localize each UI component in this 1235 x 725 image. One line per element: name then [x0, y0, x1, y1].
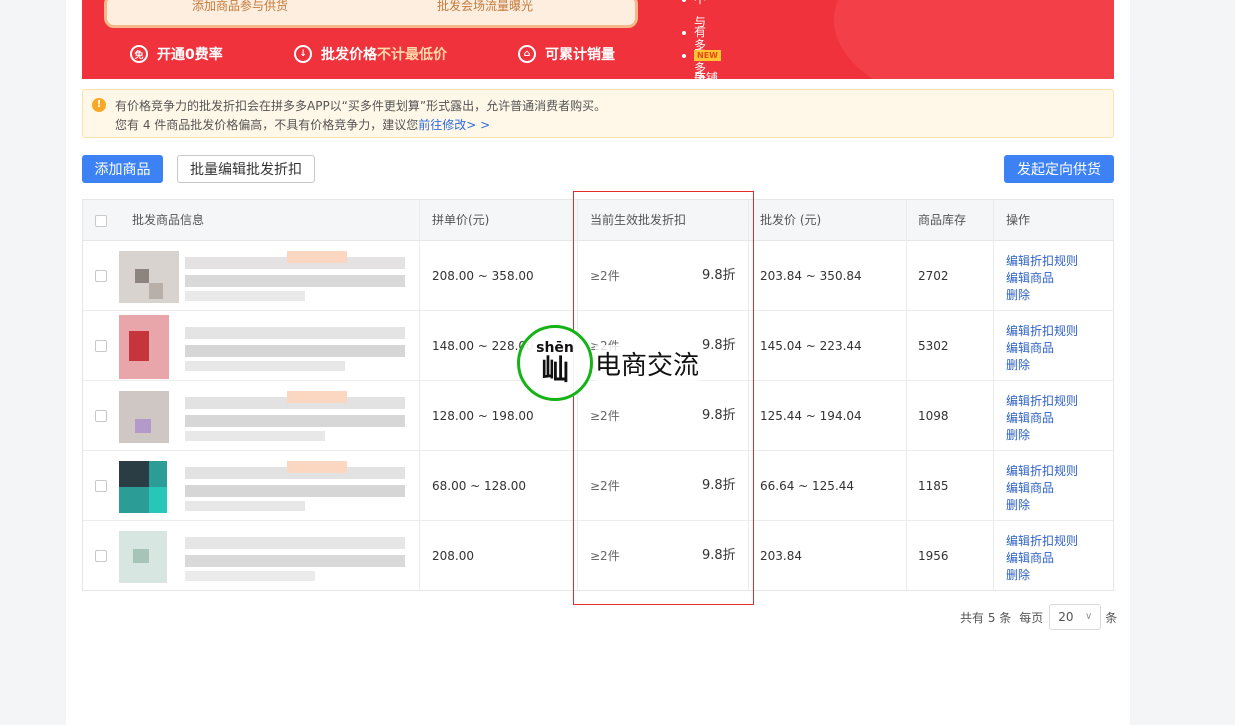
- row-checkbox[interactable]: [95, 410, 107, 422]
- directed-supply-button[interactable]: 发起定向供货: [1004, 155, 1114, 183]
- new-badge: NEW: [694, 50, 721, 61]
- promo-card: 添加商品参与供货 批发会场流量曝光: [104, 0, 638, 28]
- product-image-blurred: [119, 251, 409, 303]
- batch-edit-discount-button[interactable]: 批量编辑批发折扣: [177, 155, 315, 183]
- delete-link[interactable]: 删除: [1006, 357, 1078, 374]
- row-actions: 编辑折扣规则 编辑商品 删除: [1006, 253, 1078, 304]
- feature-wholesale-price: ↓ 批发价格 不计最低价: [294, 44, 447, 64]
- group-price: 208.00: [432, 549, 474, 563]
- edit-product-link[interactable]: 编辑商品: [1006, 480, 1078, 497]
- delete-link[interactable]: 删除: [1006, 567, 1078, 584]
- total-count: 共有 5 条: [960, 610, 1012, 625]
- product-image-blurred: [119, 461, 409, 513]
- product-image-blurred: [119, 391, 409, 443]
- header-group-price: 拼单价(元): [432, 213, 490, 227]
- watermark-text: 电商交流: [595, 344, 700, 382]
- header-ops: 操作: [1006, 213, 1031, 227]
- warning-icon: !: [92, 98, 106, 112]
- notice-line-2: 您有 4 件商品批发价格偏高，不具有价格竞争力，建议您前往修改> >: [115, 118, 491, 132]
- edit-product-link[interactable]: 编辑商品: [1006, 340, 1078, 357]
- row-actions: 编辑折扣规则 编辑商品 删除: [1006, 393, 1078, 444]
- chevron-down-icon: ∨: [1084, 611, 1093, 622]
- stock: 1956: [918, 549, 949, 563]
- edit-discount-rule-link[interactable]: 编辑折扣规则: [1006, 323, 1078, 340]
- row-checkbox[interactable]: [95, 340, 107, 352]
- delete-link[interactable]: 删除: [1006, 287, 1078, 304]
- add-product-button[interactable]: 添加商品: [82, 155, 163, 183]
- group-price: 208.00 ~ 358.00: [432, 269, 534, 283]
- header-wholesale-price: 批发价 (元): [760, 213, 822, 227]
- wholesale-price: 145.04 ~ 223.44: [760, 339, 862, 353]
- watermark-logo-icon: shēn 屾: [517, 325, 593, 401]
- price-notice: ! 有价格竞争力的批发折扣会在拼多多APP以“买多件更划算”形式露出，允许普通消…: [82, 89, 1114, 138]
- edit-discount-rule-link[interactable]: 编辑折扣规则: [1006, 253, 1078, 270]
- group-price: 68.00 ~ 128.00: [432, 479, 527, 493]
- promo-card-left-text: 添加商品参与供货: [192, 0, 289, 13]
- edit-discount-rule-link[interactable]: 编辑折扣规则: [1006, 463, 1078, 480]
- home-icon: ⌂: [518, 45, 536, 63]
- bullet-item: 有竞争力的批发折扣会在拼多多APP露出: [682, 21, 717, 79]
- header-stock: 商品库存: [918, 213, 967, 227]
- select-all-checkbox[interactable]: [95, 215, 107, 227]
- go-modify-link[interactable]: 前往修改> >: [418, 118, 490, 132]
- stock: 1185: [918, 479, 949, 493]
- stock: 1098: [918, 409, 949, 423]
- per-page-label: 每页: [1019, 610, 1044, 625]
- delete-link[interactable]: 删除: [1006, 497, 1078, 514]
- edit-discount-rule-link[interactable]: 编辑折扣规则: [1006, 533, 1078, 550]
- edit-discount-rule-link[interactable]: 编辑折扣规则: [1006, 393, 1078, 410]
- wholesale-price: 203.84 ~ 350.84: [760, 269, 862, 283]
- feature-cumulative-sales: ⌂ 可累计销量: [518, 44, 615, 64]
- edit-product-link[interactable]: 编辑商品: [1006, 410, 1078, 427]
- promo-banner: 添加商品参与供货 批发会场流量曝光 免 开通0费率 ↓ 批发价格 不计最低价 ⌂ …: [82, 0, 1114, 79]
- edit-product-link[interactable]: 编辑商品: [1006, 550, 1078, 567]
- row-checkbox[interactable]: [95, 270, 107, 282]
- row-checkbox[interactable]: [95, 480, 107, 492]
- stock: 5302: [918, 339, 949, 353]
- row-actions: 编辑折扣规则 编辑商品 删除: [1006, 533, 1078, 584]
- bullet-item-new: NEW店铺内任选２件商品即可下单，每个商品购买1件时享受２件折扣: [682, 44, 725, 79]
- delete-link[interactable]: 删除: [1006, 427, 1078, 444]
- row-actions: 编辑折扣规则 编辑商品 删除: [1006, 323, 1078, 374]
- wholesale-price: 203.84: [760, 549, 802, 563]
- notice-line-1: 有价格竞争力的批发折扣会在拼多多APP以“买多件更划算”形式露出，允许普通消费者…: [115, 99, 607, 113]
- wholesale-price: 125.44 ~ 194.04: [760, 409, 862, 423]
- bullet-item: 不与多多进宝佣金叠加: [682, 0, 706, 75]
- per-page-unit: 条: [1105, 610, 1118, 625]
- wholesale-price: 66.64 ~ 125.44: [760, 479, 855, 493]
- free-icon: 免: [130, 45, 148, 63]
- page-size-select[interactable]: 20 ∨: [1049, 604, 1102, 630]
- row-checkbox[interactable]: [95, 550, 107, 562]
- promo-card-right-text: 批发会场流量曝光: [437, 0, 534, 13]
- pagination: 共有 5 条 每页 20 ∨ 条: [960, 604, 1117, 630]
- stock: 2702: [918, 269, 949, 283]
- watermark: shēn 屾 电商交流: [517, 325, 700, 401]
- feature-zero-fee: 免 开通0费率: [130, 44, 223, 64]
- arrow-down-icon: ↓: [294, 45, 312, 63]
- row-actions: 编辑折扣规则 编辑商品 删除: [1006, 463, 1078, 514]
- product-image-blurred: [119, 315, 409, 379]
- edit-product-link[interactable]: 编辑商品: [1006, 270, 1078, 287]
- banner-decoration: [834, 0, 1114, 79]
- header-product: 批发商品信息: [132, 213, 205, 227]
- product-image-blurred: [119, 531, 409, 583]
